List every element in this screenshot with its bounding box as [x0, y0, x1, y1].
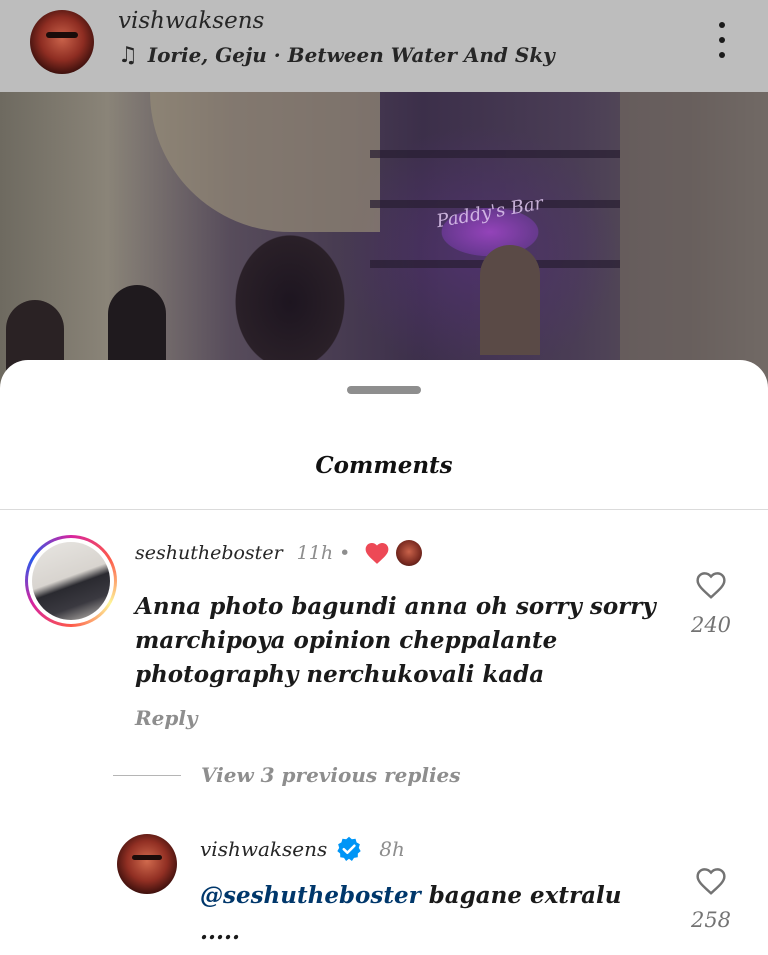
reply-meta: vishwaksens 8h	[200, 835, 405, 863]
reply-avatar[interactable]	[117, 834, 177, 894]
post-music-label: Iorie, Geju · Between Water And Sky	[147, 43, 555, 67]
thread-line	[113, 774, 181, 776]
comment-avatar[interactable]	[25, 535, 117, 627]
reply-like-count: 258	[690, 908, 732, 932]
verified-badge-icon	[337, 836, 361, 862]
comment-meta: seshutheboster 11h •	[135, 540, 423, 566]
post-author-avatar[interactable]	[30, 10, 94, 74]
post-music-row[interactable]: ♫ Iorie, Geju · Between Water And Sky	[118, 42, 555, 68]
reply-timestamp: 8h	[379, 837, 405, 861]
sheet-title: Comments	[315, 452, 453, 479]
post-author-username[interactable]: vishwaksens	[118, 8, 264, 34]
sheet-divider	[0, 509, 768, 510]
view-previous-replies[interactable]: View 3 previous replies	[113, 763, 461, 787]
comment-timestamp: 11h	[296, 542, 334, 564]
creator-avatar	[396, 540, 423, 566]
reply-text: @seshutheboster bagane extralu .....	[200, 878, 680, 950]
more-vertical-icon[interactable]	[712, 22, 732, 58]
comment-like-count: 240	[690, 613, 732, 637]
heart-filled-icon	[365, 543, 389, 564]
music-note-icon: ♫	[118, 42, 138, 68]
heart-outline-icon[interactable]	[694, 866, 728, 896]
reply-body-line2: .....	[200, 918, 241, 945]
post-header: vishwaksens ♫ Iorie, Geju · Between Wate…	[0, 0, 768, 92]
view-replies-label: View 3 previous replies	[201, 763, 461, 787]
heart-outline-icon[interactable]	[694, 570, 728, 600]
sheet-drag-handle[interactable]	[347, 386, 421, 394]
post-background: vishwaksens ♫ Iorie, Geju · Between Wate…	[0, 0, 768, 400]
comment-text: Anna photo bagundi anna oh sorry sorry m…	[135, 593, 656, 688]
reply-body: bagane extralu	[420, 882, 622, 909]
comment-separator: •	[339, 542, 351, 564]
comment-username[interactable]: seshutheboster	[135, 542, 283, 564]
reply-mention-link[interactable]: @seshutheboster	[200, 882, 421, 909]
reply-username[interactable]: vishwaksens	[200, 837, 327, 861]
reply-button[interactable]: Reply	[135, 706, 198, 730]
